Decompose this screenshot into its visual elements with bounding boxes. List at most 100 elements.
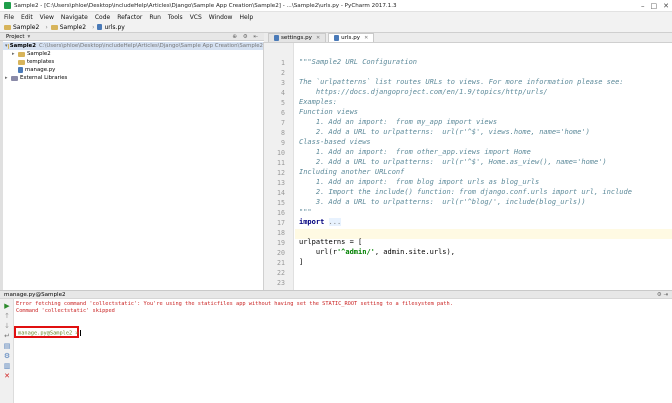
collapse-icon[interactable]: ⊕ — [232, 34, 239, 40]
code-line: Examples: — [299, 98, 337, 106]
settings-icon[interactable]: ⚙ — [3, 353, 11, 360]
soft-wrap-icon[interactable]: ↵ — [3, 333, 11, 340]
line-number: 6 — [281, 109, 285, 117]
arrow-down-icon[interactable]: ↓ — [3, 323, 11, 330]
breadcrumb-file[interactable]: urls.py — [97, 24, 125, 31]
folder-icon — [50, 24, 58, 30]
print-icon[interactable]: ▤ — [3, 343, 11, 350]
trash-icon[interactable]: ▥ — [3, 363, 11, 370]
tree-item-project-root[interactable]: ▾ Sample2 C:\Users\phloe\Desktop\include… — [3, 42, 263, 50]
code-line: Function views — [299, 108, 359, 116]
folder-icon — [18, 59, 25, 65]
menu-code[interactable]: Code — [95, 14, 110, 21]
line-number: 10 — [277, 149, 285, 157]
gear-icon[interactable]: ⚙ — [243, 34, 250, 40]
line-number: 13 — [277, 179, 285, 187]
editor-tabs: settings.py ✕ urls.py ✕ — [264, 33, 672, 43]
line-number: 23 — [277, 279, 285, 287]
project-panel-title: Project — [6, 33, 25, 40]
minimize-icon[interactable]: – — [641, 2, 645, 10]
line-number: 17 — [277, 219, 285, 227]
breadcrumb-package[interactable]: Sample2 — [50, 24, 86, 31]
line-number: 21 — [277, 259, 285, 267]
menu-vcs[interactable]: VCS — [190, 14, 202, 21]
close-icon[interactable]: ✕ — [316, 35, 320, 41]
line-number: 8 — [281, 129, 285, 137]
tab-settings-py[interactable]: settings.py ✕ — [268, 33, 327, 42]
code-line: Including another URLconf — [299, 168, 405, 176]
tree-item-external-libraries[interactable]: ▸ External Libraries — [3, 74, 263, 82]
line-number: 22 — [277, 269, 285, 277]
menu-refactor[interactable]: Refactor — [117, 14, 142, 21]
line-number: 19 — [277, 239, 285, 247]
console-prompt-highlight: manage.py@Sample2 > — [14, 326, 81, 338]
tab-urls-py[interactable]: urls.py ✕ — [328, 33, 375, 42]
hide-icon[interactable]: ⇤ — [253, 34, 260, 40]
line-number: 16 — [277, 209, 285, 217]
close-icon[interactable]: ✕ — [364, 35, 368, 41]
text-cursor — [79, 330, 81, 336]
close-icon[interactable]: ✕ — [663, 2, 669, 10]
project-tree: ▾ Sample2 C:\Users\phloe\Desktop\include… — [3, 42, 264, 290]
line-number: 20 — [277, 249, 285, 257]
code-line: https://docs.djangoproject.com/en/1.9/to… — [299, 88, 548, 96]
arrow-up-icon[interactable]: ↑ — [3, 313, 11, 320]
code-line: The `urlpatterns` list routes URLs to vi… — [299, 78, 624, 86]
close-icon[interactable]: ✕ — [3, 373, 11, 380]
window-controls: – □ ✕ — [641, 2, 669, 10]
run-panel-header[interactable]: manage.py@Sample2 ⚙ ⇥ — [0, 290, 672, 299]
tree-item-package[interactable]: ▸ Sample2 — [3, 50, 263, 58]
run-panel-title: manage.py@Sample2 — [4, 291, 66, 298]
code-line: 2. Import the include() function: from d… — [299, 188, 632, 196]
folded-imports[interactable]: ... — [328, 218, 342, 226]
breadcrumb-project[interactable]: Sample2 — [4, 24, 39, 31]
line-number: 7 — [281, 119, 285, 127]
line-number: 3 — [281, 79, 285, 87]
window-title: Sample2 - [C:\Users\phloe\Desktop\includ… — [14, 2, 397, 9]
folder-icon — [4, 24, 11, 30]
run-icon[interactable]: ▶ — [3, 303, 11, 310]
breadcrumb: Sample2 › Sample2 › urls.py — [0, 22, 672, 33]
code-line: 1. Add an import: from other_app.views i… — [299, 148, 531, 156]
line-number: 11 — [277, 159, 285, 167]
gear-icon[interactable]: ⚙ — [657, 292, 662, 298]
menu-view[interactable]: View — [40, 14, 54, 21]
console-error-line: Error fetching command 'collectstatic': … — [16, 301, 453, 307]
line-number: 2 — [281, 69, 285, 77]
menu-run[interactable]: Run — [149, 14, 161, 21]
menu-bar: File Edit View Navigate Code Refactor Ru… — [0, 12, 672, 22]
chevron-down-icon[interactable]: ▾ — [27, 34, 30, 40]
menu-navigate[interactable]: Navigate — [61, 14, 88, 21]
console-output[interactable]: Error fetching command 'collectstatic': … — [14, 299, 672, 403]
python-file-icon — [97, 24, 103, 30]
line-number: 9 — [281, 139, 285, 147]
python-file-icon — [18, 67, 23, 73]
console-prompt[interactable]: manage.py@Sample2 > — [18, 330, 81, 337]
tree-item-manage-py[interactable]: manage.py — [3, 66, 263, 74]
maximize-icon[interactable]: □ — [651, 2, 658, 10]
line-number: 5 — [281, 99, 285, 107]
code-line: 1. Add an import: from my_app import vie… — [299, 118, 498, 126]
menu-help[interactable]: Help — [239, 14, 253, 21]
menu-edit[interactable]: Edit — [21, 14, 33, 21]
project-panel-header[interactable]: Project ▾ ⊕ ⚙ ⇤ — [0, 33, 264, 41]
pycharm-icon — [4, 2, 11, 9]
code-line: 3. Add a URL to urlpatterns: url(r'^blog… — [299, 198, 586, 206]
folder-icon — [18, 51, 25, 57]
menu-file[interactable]: File — [4, 14, 14, 21]
code-line: 2. Add a URL to urlpatterns: url(r'^$', … — [299, 128, 590, 136]
tree-item-templates[interactable]: templates — [3, 58, 263, 66]
line-number: 14 — [277, 189, 285, 197]
title-bar: Sample2 - [C:\Users\phloe\Desktop\includ… — [0, 0, 672, 12]
url-line: url(r'^admin/', admin.site.urls), — [299, 248, 455, 256]
code-line: """ — [299, 208, 312, 216]
code-line: Class-based views — [299, 138, 371, 146]
code-line: urlpatterns = [ — [299, 238, 363, 246]
hide-icon[interactable]: ⇥ — [663, 292, 668, 298]
menu-window[interactable]: Window — [209, 14, 233, 21]
code-line: ] — [299, 258, 304, 266]
menu-tools[interactable]: Tools — [168, 14, 183, 21]
code-editor[interactable]: """Sample2 URL Configuration The `urlpat… — [295, 43, 672, 290]
project-panel-tools: ⊕ ⚙ ⇤ — [232, 34, 260, 40]
code-line: """Sample2 URL Configuration — [299, 58, 418, 66]
